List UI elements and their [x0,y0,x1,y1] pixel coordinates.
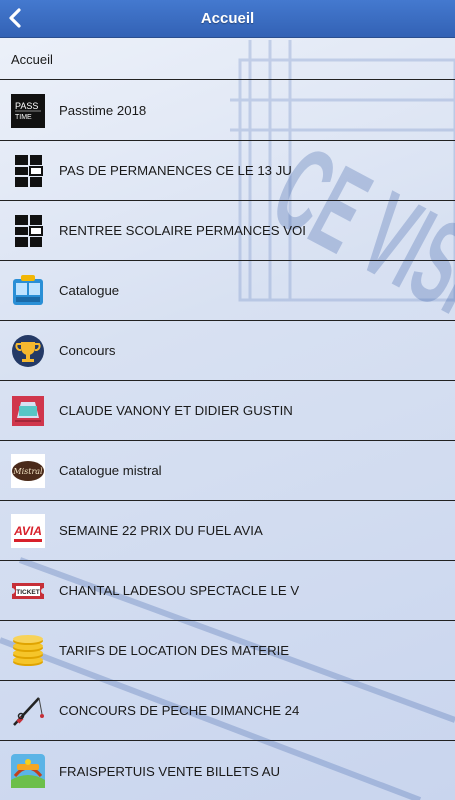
list-item-label: Concours [59,343,116,358]
list-item-catalogue-mistral[interactable]: Mistral Catalogue mistral [0,441,455,501]
svg-text:PASS: PASS [15,101,38,111]
catalogue-icon [11,274,45,308]
list-item-concours-peche[interactable]: CONCOURS DE PECHE DIMANCHE 24 [0,681,455,741]
list-item-label: FRAISPERTUIS VENTE BILLETS AU [59,763,281,779]
coins-stack-icon [11,634,45,668]
list-item-vanony-gustin[interactable]: CLAUDE VANONY ET DIDIER GUSTIN [0,381,455,441]
list-item-fraispertuis[interactable]: FRAISPERTUIS VENTE BILLETS AU [0,741,455,800]
mistral-logo-icon: Mistral [11,453,45,488]
theatre-stage-icon [11,394,45,428]
list-item-label: SEMAINE 22 PRIX DU FUEL AVIA [59,523,263,538]
list-item-tarifs-location[interactable]: TARIFS DE LOCATION DES MATERIE [0,621,455,681]
back-button[interactable] [2,4,28,32]
list-item-label: PAS DE PERMANENCES CE LE 13 JU [59,163,292,178]
list-item-label: Catalogue mistral [59,463,162,478]
black-tiles-icon [11,214,45,248]
svg-text:AVIA: AVIA [13,524,42,538]
breadcrumb-label: Accueil [11,51,53,67]
list-item-concours[interactable]: Concours [0,321,455,381]
list-item-fuel-avia[interactable]: AVIA SEMAINE 22 PRIX DU FUEL AVIA [0,501,455,561]
list-item-catalogue[interactable]: Catalogue [0,261,455,321]
list-item-label: RENTREE SCOLAIRE PERMANCES VOI [59,223,306,238]
svg-text:TICKET: TICKET [16,589,40,596]
top-navigation-bar: Accueil [0,0,455,38]
list-item-permanences-13[interactable]: PAS DE PERMANENCES CE LE 13 JU [0,141,455,201]
list-item-label: TARIFS DE LOCATION DES MATERIE [59,643,290,658]
trophy-icon [11,334,45,368]
svg-text:Mistral: Mistral [12,467,43,476]
breadcrumb: Accueil [0,39,455,80]
list-item-ladesou-spectacle[interactable]: TICKET CHANTAL LADESOU SPECTACLE LE V [0,561,455,621]
ticket-icon: TICKET [11,574,45,608]
fishing-rod-icon [11,694,45,728]
list-item-label: Passtime 2018 [59,103,147,118]
chevron-left-icon [9,8,21,28]
svg-text:TIME: TIME [15,114,32,121]
black-tiles-icon [11,154,45,188]
list-item-label: Catalogue [59,283,120,298]
page-title: Accueil [200,10,255,27]
list-item-passtime[interactable]: PASS TIME Passtime 2018 [0,81,455,141]
passtime-logo-icon: PASS TIME [11,93,45,128]
list-item-label: CONCOURS DE PECHE DIMANCHE 24 [59,703,300,718]
list-item-rentree-scolaire[interactable]: RENTREE SCOLAIRE PERMANCES VOI [0,201,455,261]
avia-logo-icon: AVIA [11,513,45,548]
amusement-park-icon [11,754,45,788]
menu-list: PASS TIME Passtime 2018 PAS DE PERMANENC… [0,81,455,800]
list-item-label: CHANTAL LADESOU SPECTACLE LE V [59,583,300,598]
list-item-label: CLAUDE VANONY ET DIDIER GUSTIN [59,403,293,418]
